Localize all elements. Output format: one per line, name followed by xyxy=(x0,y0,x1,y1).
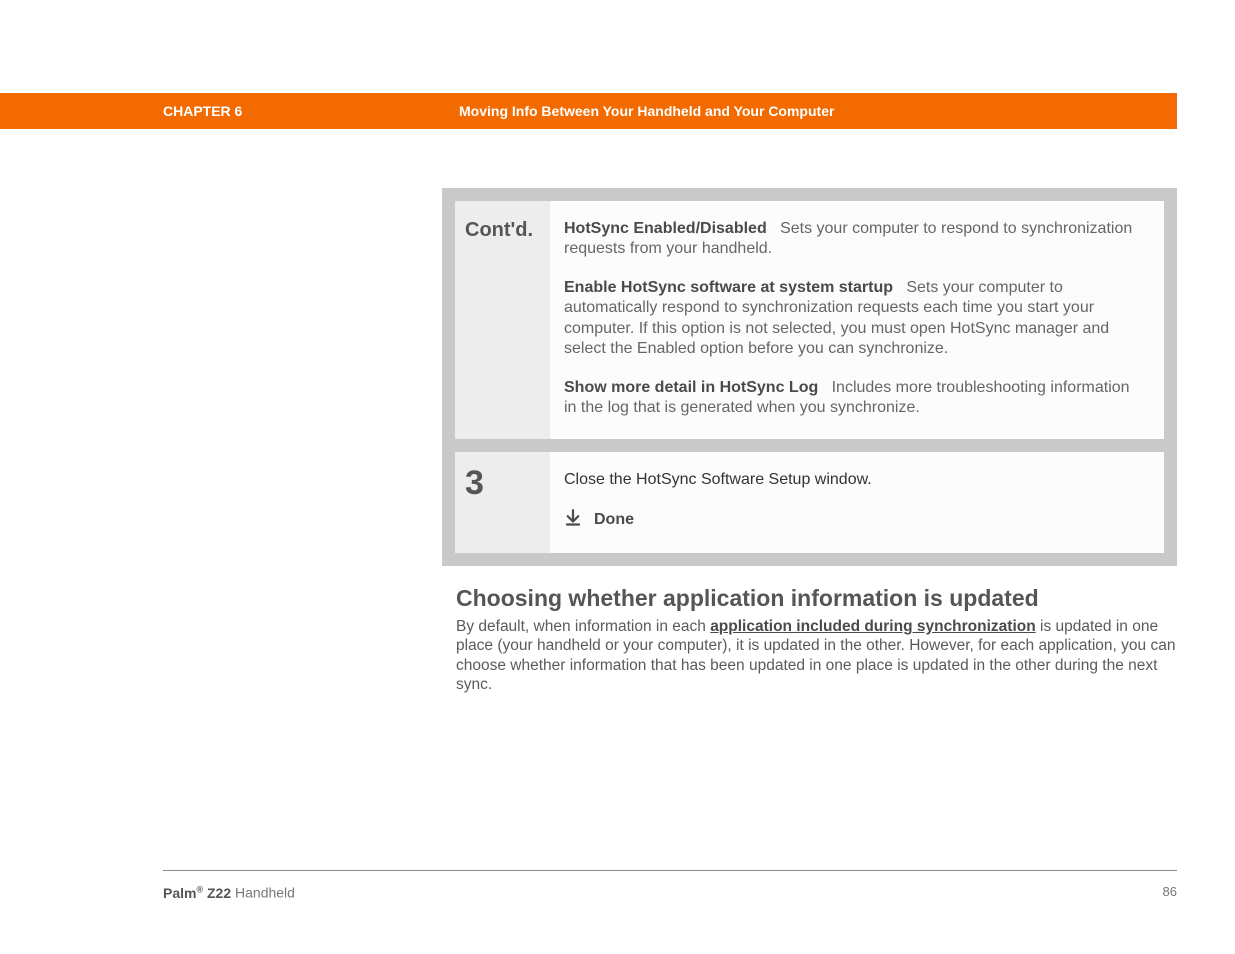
step-body-3: Close the HotSync Software Setup window.… xyxy=(550,452,1164,553)
chapter-header: CHAPTER 6 Moving Info Between Your Handh… xyxy=(0,93,1177,129)
arrow-down-icon xyxy=(564,508,582,532)
option-show-detail: Show more detail in HotSync Log Includes… xyxy=(564,378,1146,419)
section-body: By default, when information in each app… xyxy=(456,617,1176,695)
section-heading: Choosing whether application information… xyxy=(456,585,1039,612)
step-label-3: 3 xyxy=(455,452,550,553)
footer-product: Palm® Z22 Handheld xyxy=(163,884,295,901)
step-label-contd: Cont'd. xyxy=(455,201,550,439)
footer-brand: Palm xyxy=(163,885,196,901)
footer-model: Z22 xyxy=(203,885,231,901)
done-indicator: Done xyxy=(564,508,1146,532)
step-contd: Cont'd. HotSync Enabled/Disabled Sets yo… xyxy=(455,201,1164,439)
footer-tail: Handheld xyxy=(231,885,295,901)
page-number: 86 xyxy=(1163,884,1177,899)
step-body-contd: HotSync Enabled/Disabled Sets your compu… xyxy=(550,201,1164,439)
done-label: Done xyxy=(594,510,634,530)
footer-rule xyxy=(163,870,1177,871)
section-intro-a: By default, when information in each xyxy=(456,618,710,635)
option-title: Enable HotSync software at system startu… xyxy=(564,279,893,296)
steps-panel: Cont'd. HotSync Enabled/Disabled Sets yo… xyxy=(442,188,1177,566)
chapter-label: CHAPTER 6 xyxy=(163,103,242,119)
step-3-text: Close the HotSync Software Setup window. xyxy=(564,470,1146,490)
option-title: Show more detail in HotSync Log xyxy=(564,379,818,396)
step-3: 3 Close the HotSync Software Setup windo… xyxy=(455,452,1164,553)
chapter-title: Moving Info Between Your Handheld and Yo… xyxy=(459,103,834,119)
option-title: HotSync Enabled/Disabled xyxy=(564,220,767,237)
option-enable-startup: Enable HotSync software at system startu… xyxy=(564,278,1146,360)
option-hotsync-enabled: HotSync Enabled/Disabled Sets your compu… xyxy=(564,219,1146,260)
link-application-included[interactable]: application included during synchronizat… xyxy=(710,618,1036,635)
